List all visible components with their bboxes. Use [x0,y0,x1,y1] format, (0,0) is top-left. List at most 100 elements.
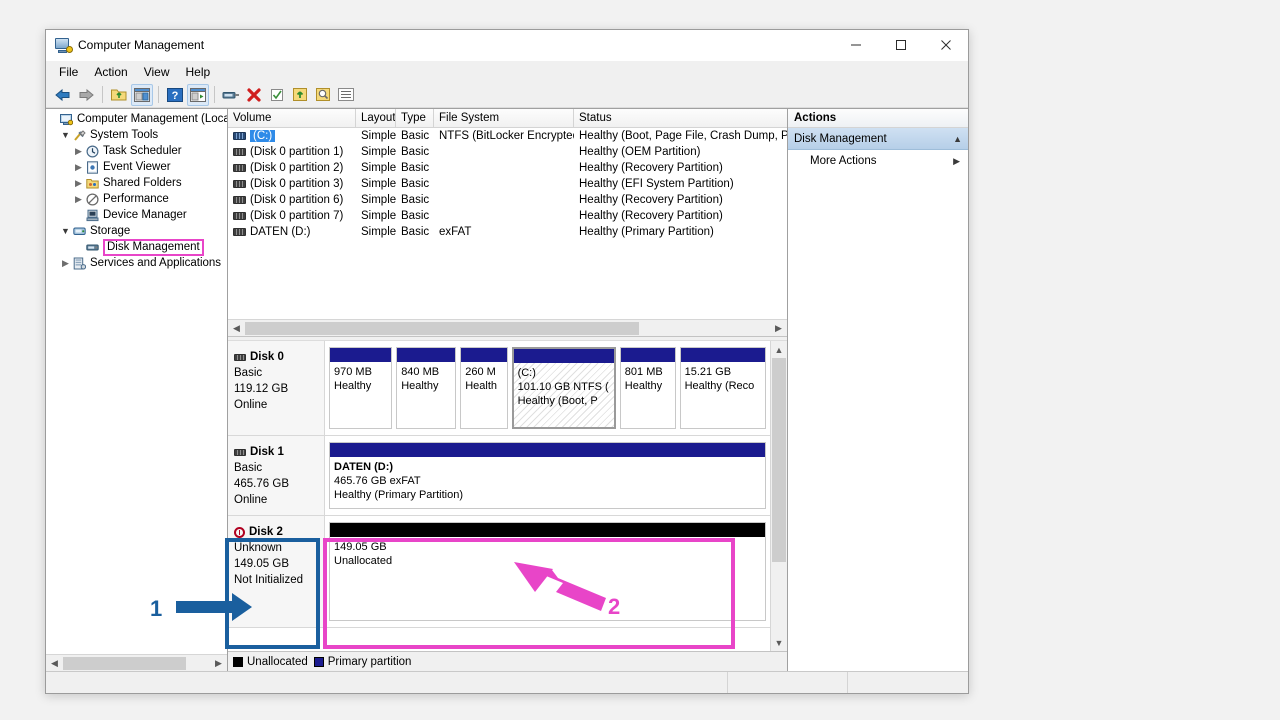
help-icon[interactable]: ? [164,84,186,106]
disk-info-panel[interactable]: Disk 1 Basic 465.76 GB Online [228,436,325,515]
disk-info-panel[interactable]: Disk 2 Unknown 149.05 GB Not Initialized [228,516,325,627]
volume-list-horizontal-scrollbar[interactable]: ◀ ▶ [228,319,787,336]
scroll-right-icon[interactable]: ▶ [770,320,787,336]
column-header-label: Status [579,112,612,124]
search-icon[interactable] [312,84,334,106]
chevron-right-icon[interactable]: ▶ [72,178,85,188]
volume-row[interactable]: (Disk 0 partition 6) Simple Basic Healthy (… [228,192,787,208]
scroll-down-icon[interactable]: ▼ [771,634,787,651]
action-more-actions[interactable]: More Actions ▶ [788,150,968,172]
disk-state: Online [234,494,268,506]
minimize-button[interactable] [833,30,878,60]
properties-icon[interactable] [220,84,242,106]
volume-value: Basic [401,226,430,238]
volume-column-file-system[interactable]: File System [434,109,574,127]
scroll-left-icon[interactable]: ◀ [46,655,63,671]
chevron-right-icon[interactable]: ▶ [72,146,85,156]
scroll-left-icon[interactable]: ◀ [228,320,245,336]
partition-block[interactable]: 15.21 GB Healthy (Reco [679,347,766,429]
volume-cell-type: Basic [396,162,434,174]
disk-name: Disk 0 [250,351,284,363]
up-one-level-icon[interactable] [108,84,130,106]
tree-item-shared-folders[interactable]: ▶ Shared Folders [46,175,227,191]
partition-block[interactable]: 970 MB Healthy [329,347,393,429]
scroll-right-icon[interactable]: ▶ [210,655,227,671]
volume-scroll-thumb[interactable] [245,321,639,335]
volume-cell-volume: (C:) [228,130,356,142]
chevron-right-icon[interactable]: ▶ [953,156,960,167]
volume-column-volume[interactable]: Volume [228,109,356,127]
menu-file[interactable]: File [51,63,86,81]
actions-pane: Actions Disk Management ▲ More Actions ▶ [788,109,968,671]
chevron-right-icon[interactable]: ▶ [59,258,72,268]
delete-icon[interactable] [243,84,265,106]
chevron-down-icon[interactable]: ▼ [59,130,72,140]
disk-title: Disk 1 [234,444,324,460]
detail-view-icon[interactable] [335,84,357,106]
chevron-right-icon[interactable]: ▶ [72,162,85,172]
graphical-view-vertical-scrollbar[interactable]: ▲ ▼ [770,341,787,651]
tree-scroll-track[interactable] [63,655,210,671]
maximize-button[interactable] [878,30,923,60]
volume-row[interactable]: (Disk 0 partition 3) Simple Basic Healthy (… [228,176,787,192]
tree-item-services-and-applications[interactable]: ▶ Services and Applications [46,255,227,271]
menu-help[interactable]: Help [178,63,219,81]
partition-block[interactable]: 840 MB Healthy [396,347,457,429]
chevron-down-icon[interactable]: ▼ [59,226,72,236]
tree-item-system-tools[interactable]: ▼ System Tools [46,127,227,143]
volume-row[interactable]: (Disk 0 partition 1) Simple Basic Healthy (… [228,144,787,160]
volume-cell-type: Basic [396,210,434,222]
tree-scroll-thumb[interactable] [63,656,187,670]
volume-column-type[interactable]: Type [396,109,434,127]
export-list-icon[interactable] [289,84,311,106]
tree-item-disk-management[interactable]: Disk Management [46,238,227,256]
partition-block[interactable]: DATEN (D:) 465.76 GB exFAT Healthy (Primar… [329,442,766,509]
graphical-scroll-track[interactable] [771,358,787,634]
close-button[interactable] [923,30,968,60]
disk-row-disk-1[interactable]: Disk 1 Basic 465.76 GB Online DATEN (D:) 465.… [228,436,770,516]
volume-name: (Disk 0 partition 2) [250,162,344,174]
partition-details: 15.21 GB Healthy (Reco [680,362,765,428]
partition-status: Healthy (Reco [684,380,755,392]
tree-item-label: Performance [103,193,169,205]
partition-unallocated[interactable]: 149.05 GB Unallocated [329,522,766,621]
disk-row-disk-0[interactable]: Disk 0 Basic 119.12 GB Online 970 MB Healthy 8… [228,341,770,436]
disk-info-panel[interactable]: Disk 0 Basic 119.12 GB Online [228,341,325,435]
checkbox-icon[interactable] [266,84,288,106]
tree-item-computer-management-local[interactable]: Computer Management (Local [46,111,227,127]
volume-row[interactable]: (C:) Simple Basic NTFS (BitLocker Encrypted… [228,128,787,144]
partition-block[interactable]: 801 MB Healthy [619,347,676,429]
partition-size: 801 MB [624,366,663,378]
graphical-scroll-thumb[interactable] [772,358,786,563]
disk-capacity: 149.05 GB [234,558,289,570]
tree-item-device-manager[interactable]: Device Manager [46,207,227,223]
partition-color-bar [461,348,507,362]
tree-item-task-scheduler[interactable]: ▶ Task Scheduler [46,143,227,159]
volume-scroll-track[interactable] [245,320,770,336]
scroll-up-icon[interactable]: ▲ [771,341,787,358]
volume-column-layout[interactable]: Layout [356,109,396,127]
tree-item-performance[interactable]: ▶ Performance [46,191,227,207]
disk-row-disk-2[interactable]: Disk 2 Unknown 149.05 GB Not Initialized 149… [228,516,770,628]
services-icon [72,257,87,270]
show-hide-console-tree-icon[interactable] [131,83,153,106]
menu-action[interactable]: Action [86,63,135,81]
chevron-right-icon[interactable]: ▶ [72,194,85,204]
volume-column-status[interactable]: Status [574,109,794,127]
partition-block[interactable]: (C:) 101.10 GB NTFS (Healthy (Boot, P [511,347,616,429]
back-icon[interactable] [52,84,74,106]
volume-row[interactable]: (Disk 0 partition 7) Simple Basic Healthy (… [228,208,787,224]
tree-item-storage[interactable]: ▼ Storage [46,223,227,239]
volume-row[interactable]: DATEN (D:) Simple Basic exFAT Healthy (Prima… [228,224,787,240]
partition-details: 801 MB Healthy [620,362,675,428]
volume-value: Simple [361,226,396,238]
menu-view[interactable]: View [136,63,178,81]
show-hide-action-pane-icon[interactable] [187,83,209,106]
chevron-up-icon[interactable]: ▲ [953,134,962,144]
tree-item-event-viewer[interactable]: ▶ Event Viewer [46,159,227,175]
actions-group-disk-management[interactable]: Disk Management ▲ [788,128,968,150]
forward-icon[interactable] [75,84,97,106]
partition-block[interactable]: 260 M Health [460,347,508,429]
tree-horizontal-scrollbar[interactable]: ◀ ▶ [46,654,227,671]
volume-row[interactable]: (Disk 0 partition 2) Simple Basic Healthy (… [228,160,787,176]
